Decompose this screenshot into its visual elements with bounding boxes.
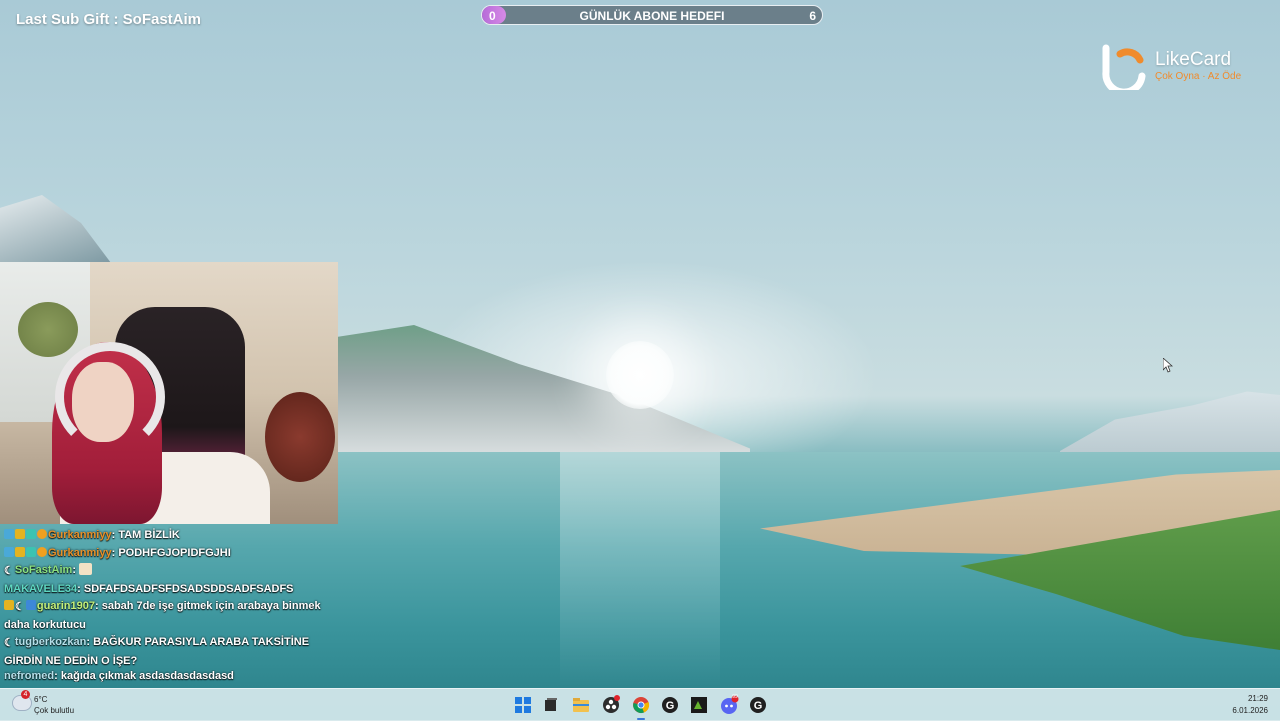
cube-badge-icon [25,600,36,610]
sun [606,341,674,409]
system-clock[interactable]: 21:29 6.01.2026 [1232,693,1268,717]
chat-username: Gurkanmiyy [48,529,112,541]
chat-text: PODHFGJOPIDFGJHI [118,546,231,559]
chat-message: MAKAVELE34: SDFAFDSADFSFDSADSDDSADFSADFS [4,582,294,595]
right-mountain [1060,391,1280,458]
sword-badge-icon [4,546,14,557]
weather-condition: Çok bulutlu [34,706,75,715]
webcam-feed [0,262,338,524]
chat-message: ☾tugberkozkan: BAĞKUR PARASIYLA ARABA TA… [4,636,310,667]
start-icon[interactable] [512,694,534,716]
svg-text:G: G [666,700,675,712]
sponsor-name: LikeCard [1155,49,1232,70]
file-explorer-icon[interactable] [570,694,592,716]
one-badge-icon [37,529,47,539]
headset [55,342,165,452]
likecard-logo-icon [1102,44,1146,90]
weather-alert-badge: 4 [21,690,30,699]
discord-notification-badge: 99 [732,694,738,700]
clock-time: 21:29 [1247,694,1268,703]
chat-message: ☾ guarin1907: sabah 7de işe gitmek için a… [4,600,321,631]
goal-title: GÜNLÜK ABONE HEDEFI [579,9,725,23]
obs-icon[interactable] [600,694,622,716]
chat-username: Gurkanmiyy [48,546,112,559]
svg-text:G: G [754,700,763,712]
crown-badge-icon [4,600,14,610]
chat-username: tugberkozkan [14,636,87,648]
discord-icon[interactable]: 99 [718,694,740,716]
weather-temperature: 6°C [34,695,48,704]
chat-message: Gurkanmiyy: PODHFGJOPIDFGJHI [4,545,334,563]
daily-sub-goal-bar: 0 GÜNLÜK ABONE HEDEFI 6 [481,5,823,25]
crown-badge-icon [15,546,25,557]
chat-text: TAM BİZLİK [118,529,180,541]
chat-username: SoFastAim [14,564,73,576]
chat-text: SDFAFDSADFSFDSADSDDSADFSADFS [83,582,294,595]
sponsor-logo: LikeCard Çok Oyna · Az Öde [1100,42,1260,92]
plush-toy [18,302,78,357]
moon-badge-icon: ☾ [4,565,14,577]
chat-message: Gurkanmiyy: TAM BİZLİK [4,527,334,545]
chrome-icon[interactable] [630,694,652,720]
sword-badge-icon [4,529,14,539]
nvidia-icon[interactable] [688,694,710,716]
emote-icon [79,563,93,575]
moon-badge-icon: ☾ [15,601,25,613]
moon-badge-icon: ☾ [4,637,14,649]
gift-badge-icon [26,529,36,539]
chat-overlay: Gurkanmiyy: TAM BİZLİK Gurkanmiyy: PODHF… [4,527,334,682]
task-view-icon[interactable] [540,694,562,716]
chat-username: MAKAVELE34 [4,582,78,595]
g-hub-icon[interactable]: G [747,694,769,716]
last-sub-gift-label: Last Sub Gift : SoFastAim [16,11,202,28]
chat-text: kağıda çıkmak asdasdasdasdasd [60,670,234,682]
weather-widget[interactable]: 4 6°C Çok bulutlu [12,690,92,719]
chat-message: ☾SoFastAim: [4,562,334,581]
sun-reflection [560,452,720,688]
chat-username: nefromed [4,670,55,682]
one-badge-icon [37,546,47,557]
sponsor-tagline: Çok Oyna · Az Öde [1155,71,1242,82]
taskbar: 4 6°C Çok bulutlu G 99 G 21:29 6.01.2026 [0,688,1280,721]
g-app-icon[interactable]: G [659,694,681,716]
teddy-bear [265,392,335,482]
crown-badge-icon [15,529,25,539]
chat-username: guarin1907 [36,600,95,612]
goal-target: 6 [809,9,816,23]
chat-message: nefromed: kağıda çıkmak asdasdasdasdasd [4,670,234,682]
gift-badge-icon [26,546,36,557]
clock-date: 6.01.2026 [1232,706,1268,715]
